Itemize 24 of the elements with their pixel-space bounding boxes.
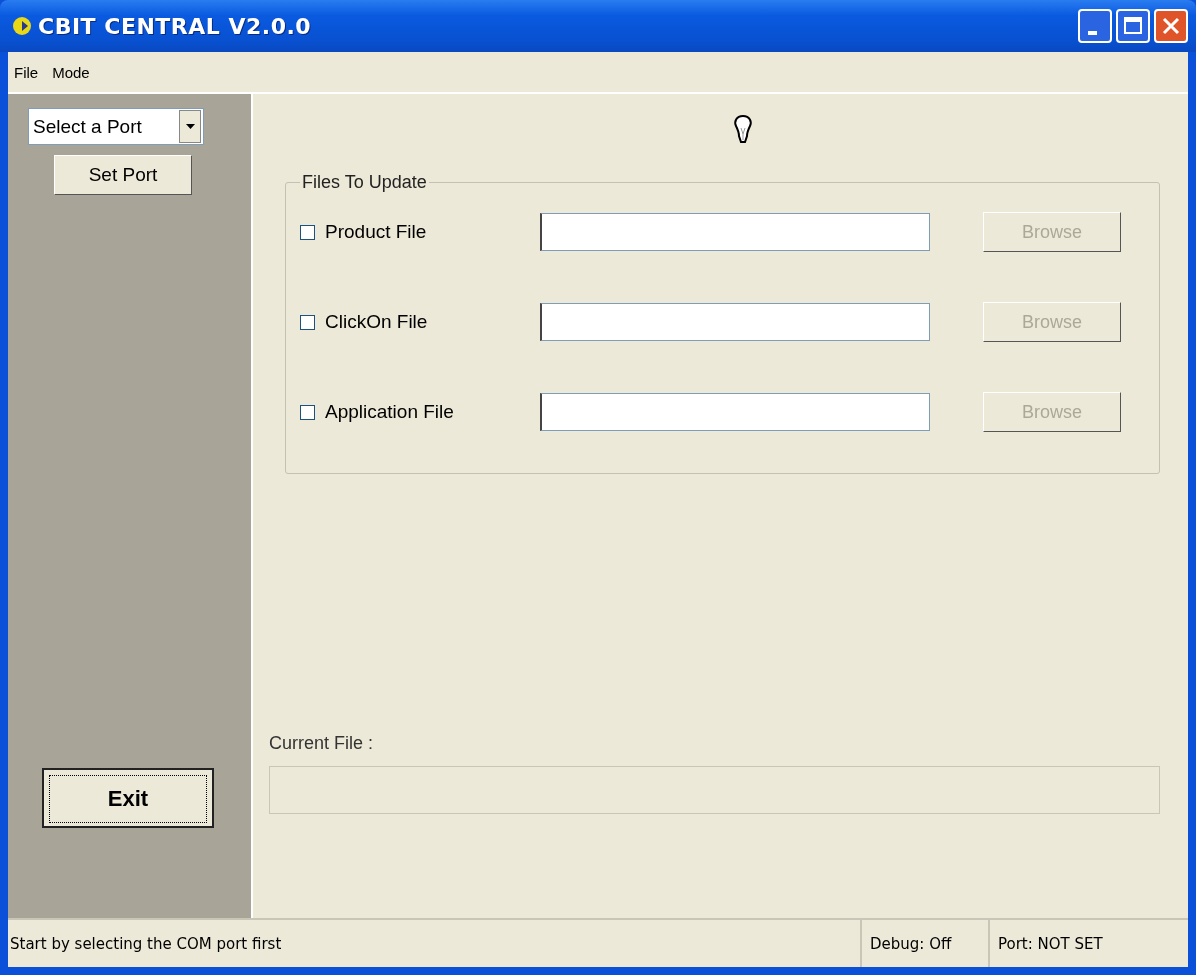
set-port-button[interactable]: Set Port [54, 155, 192, 195]
minimize-icon [1087, 31, 1097, 35]
maximize-button[interactable] [1116, 9, 1150, 43]
menu-item[interactable]: File [14, 63, 39, 81]
file-path-field[interactable] [540, 393, 930, 431]
file-checkbox[interactable]: Product File [300, 221, 540, 243]
group-title: Files To Update [301, 172, 428, 193]
port-dropdown[interactable]: Select a Port [28, 108, 204, 145]
status-text: Debug: Off [860, 920, 988, 967]
app-logo-icon [12, 16, 32, 36]
current-file-label: Current File : [269, 733, 375, 754]
window-title: CBIT CENTRAL V2.0.0 [38, 13, 312, 39]
dropdown-arrow-icon [185, 124, 195, 129]
file-checkbox[interactable]: Application File [300, 401, 540, 423]
file-checkbox[interactable]: ClickOn File [300, 311, 540, 333]
close-button[interactable] [1154, 9, 1188, 43]
status-text: Port: NOT SET [988, 920, 1188, 967]
file-path-field[interactable] [540, 303, 930, 341]
light-bulb-icon [732, 114, 754, 144]
menu-item[interactable]: Mode [52, 63, 90, 81]
minimize-button[interactable] [1078, 9, 1112, 43]
status-text: Start by selecting the COM port first [9, 933, 283, 955]
file-path-field[interactable] [540, 213, 930, 251]
exit-button[interactable]: Exit [42, 768, 214, 828]
